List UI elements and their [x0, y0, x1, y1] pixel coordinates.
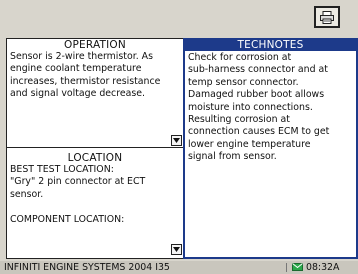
technotes-line: temp sensor connector.: [188, 76, 299, 88]
technotes-panel: TECHNOTES Check for corrosion at sub-har…: [183, 38, 358, 259]
location-line: sensor.: [10, 188, 44, 200]
mail-icon[interactable]: [292, 263, 303, 271]
location-line: "Gry" 2 pin connector at ECT: [10, 176, 146, 188]
triangle-down-icon: [173, 247, 180, 252]
operation-line: Sensor is 2-wire thermistor. As: [10, 51, 153, 62]
location-title: LOCATION: [67, 152, 123, 164]
location-text: BEST TEST LOCATION: "Gry" 2 pin connecto…: [7, 164, 183, 226]
clock: 08:32A: [306, 262, 340, 273]
location-scroll-down-button[interactable]: [171, 244, 182, 255]
location-panel: LOCATION BEST TEST LOCATION: "Gry" 2 pin…: [6, 147, 184, 259]
location-line: BEST TEST LOCATION:: [10, 164, 114, 175]
location-line: COMPONENT LOCATION:: [10, 213, 125, 225]
technotes-line: Damaged rubber boot allows: [188, 89, 325, 101]
technotes-line: signal from sensor.: [188, 151, 277, 163]
status-divider: [286, 263, 287, 272]
operation-scroll-down-button[interactable]: [171, 135, 182, 146]
print-button[interactable]: [314, 6, 340, 28]
technotes-line: lower engine temperature: [188, 138, 311, 150]
operation-line: increases, thermistor resistance: [10, 75, 161, 87]
technotes-line: connection causes ECM to get: [188, 126, 330, 138]
printer-icon: [320, 10, 334, 24]
operation-line: engine coolant temperature: [10, 63, 142, 75]
technotes-line: Check for corrosion at: [188, 52, 292, 63]
top-toolbar: [0, 0, 358, 36]
operation-panel: OPERATION Sensor is 2-wire thermistor. A…: [6, 38, 184, 148]
operation-line: and signal voltage decrease.: [10, 88, 146, 100]
location-line: [10, 201, 180, 213]
technotes-line: moisture into connections.: [188, 101, 313, 113]
status-title: INFINITI ENGINE SYSTEMS 2004 I35: [4, 262, 170, 273]
operation-title: OPERATION: [64, 39, 126, 51]
operation-text: Sensor is 2-wire thermistor. As engine c…: [7, 51, 183, 101]
technotes-text: Check for corrosion at sub-harness conne…: [185, 51, 356, 164]
technotes-line: Resulting corrosion at: [188, 114, 290, 126]
triangle-down-icon: [173, 138, 180, 143]
technotes-line: sub-harness connector and at: [188, 64, 328, 76]
status-bar: INFINITI ENGINE SYSTEMS 2004 I35 08:32A: [0, 261, 358, 274]
technotes-title: TECHNOTES: [185, 40, 356, 51]
